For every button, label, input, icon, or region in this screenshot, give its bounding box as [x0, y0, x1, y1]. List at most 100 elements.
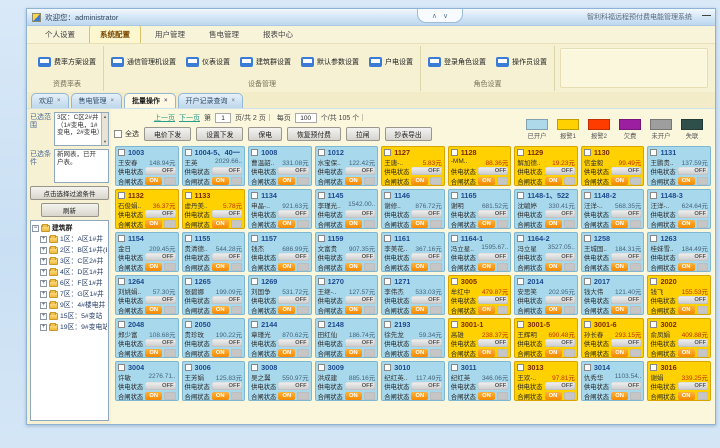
room-card[interactable]: 3010纪红英..117.49元供电状态OFF合闸状态ON: [381, 361, 445, 401]
room-checkbox[interactable]: [650, 149, 657, 156]
room-checkbox[interactable]: [517, 321, 524, 328]
room-checkbox[interactable]: [118, 235, 125, 242]
tree-item[interactable]: +9区：4#楼电井（4#楼...: [32, 300, 107, 311]
room-card[interactable]: 1129解加德..19.23元供电状态OFF合闸状态ON: [514, 146, 578, 186]
room-card[interactable]: 1161李美花..367.16元供电状态OFF合闸状态ON: [381, 232, 445, 272]
room-card[interactable]: 2050贵珍玫190.22元供电状态OFF合闸状态ON: [182, 318, 246, 358]
chevron-icon[interactable]: ∨: [443, 12, 448, 20]
room-checkbox[interactable]: [118, 321, 125, 328]
close-icon[interactable]: ×: [164, 98, 168, 104]
ribbon-tab[interactable]: 售电管理: [199, 26, 249, 43]
ribbon-button[interactable]: 仪表设置: [182, 54, 234, 70]
room-checkbox[interactable]: [384, 235, 391, 242]
room-card[interactable]: 1130信金毅99.49元供电状态OFF合闸状态ON: [581, 146, 645, 186]
room-checkbox[interactable]: [584, 364, 591, 371]
tree-item[interactable]: +19区：9#变电站（2#...: [32, 322, 107, 333]
tree-expander-icon[interactable]: +: [40, 313, 47, 320]
room-checkbox[interactable]: [185, 278, 192, 285]
tree-expander-icon[interactable]: +: [40, 302, 47, 309]
room-checkbox[interactable]: [251, 321, 258, 328]
close-icon[interactable]: ×: [232, 98, 236, 104]
ribbon-button[interactable]: 户电设置: [365, 54, 417, 70]
room-checkbox[interactable]: [251, 149, 258, 156]
ribbon-tab[interactable]: 用户管理: [145, 26, 195, 43]
room-checkbox[interactable]: [118, 364, 125, 371]
close-icon[interactable]: ×: [57, 98, 61, 104]
room-checkbox[interactable]: [584, 321, 591, 328]
room-checkbox[interactable]: [251, 235, 258, 242]
room-checkbox[interactable]: [451, 192, 458, 199]
room-checkbox[interactable]: [185, 321, 192, 328]
room-checkbox[interactable]: [650, 235, 657, 242]
scrollbar[interactable]: ▲▼: [101, 113, 108, 145]
room-checkbox[interactable]: [185, 192, 192, 199]
next-page-link[interactable]: 下一页: [179, 113, 200, 123]
room-card[interactable]: 3008吴之翼550.97元供电状态OFF合闸状态ON: [248, 361, 312, 401]
minimize-button[interactable]: —: [702, 10, 711, 20]
room-card[interactable]: 2020钱飞155.53元供电状态OFF合闸状态ON: [647, 275, 711, 315]
room-checkbox[interactable]: [584, 192, 591, 199]
document-tab[interactable]: 售电管理×: [71, 93, 123, 108]
room-card[interactable]: 3001-1高雄238.37元供电状态OFF合闸状态ON: [448, 318, 512, 358]
room-card[interactable]: 1263桂妹雪..184.49元供电状态OFF合闸状态ON: [647, 232, 711, 272]
room-checkbox[interactable]: [185, 235, 192, 242]
room-card[interactable]: 2014安思笑202.95元供电状态OFF合闸状态ON: [514, 275, 578, 315]
room-card[interactable]: 1155贵清德..544.28元供电状态OFF合闸状态ON: [182, 232, 246, 272]
ribbon-tab[interactable]: 个人设置: [35, 26, 85, 43]
room-card[interactable]: 1008曹温韶..331.08元供电状态OFF合闸状态ON: [248, 146, 312, 186]
room-checkbox[interactable]: [118, 278, 125, 285]
room-checkbox[interactable]: [251, 278, 258, 285]
room-card[interactable]: 3002俞凤娟409.88元供电状态OFF合闸状态ON: [647, 318, 711, 358]
room-checkbox[interactable]: [384, 321, 391, 328]
refresh-button[interactable]: 刷新: [41, 203, 99, 217]
ribbon-tab[interactable]: 报表中心: [253, 26, 303, 43]
select-all-checkbox[interactable]: [114, 130, 122, 138]
room-checkbox[interactable]: [584, 149, 591, 156]
room-card[interactable]: 1154金日209.45元供电状态OFF合闸状态ON: [115, 232, 179, 272]
choose-filter-button[interactable]: 点击选择过滤条件: [30, 186, 109, 200]
room-card[interactable]: 3009洪成建885.16元供电状态OFF合闸状态ON: [315, 361, 379, 401]
action-button[interactable]: 恢复预付费: [287, 127, 341, 141]
room-checkbox[interactable]: [451, 149, 458, 156]
tree-expander-icon[interactable]: −: [32, 225, 39, 232]
room-card[interactable]: 1132石俊娟..36.37元供电状态OFF合闸状态ON: [115, 189, 179, 229]
room-checkbox[interactable]: [584, 235, 591, 242]
selected-range-box[interactable]: 3区：C区2#井（1#变电，1#变电，2#变电） ▲▼: [54, 112, 109, 146]
room-card[interactable]: 1148-2汪洋-..568.35元供电状态OFF合闸状态ON: [581, 189, 645, 229]
room-card[interactable]: 1004-5、40一王英2029.66..供电状态OFF合闸状态ON: [182, 146, 246, 186]
room-card[interactable]: 3005牟红中479.87元供电状态OFF合闸状态ON: [448, 275, 512, 315]
room-card[interactable]: 1265张碧娜199.09元供电状态OFF合闸状态ON: [182, 275, 246, 315]
ribbon-tab[interactable]: 系统配置: [89, 25, 141, 43]
room-card[interactable]: 1133虚丹美..5.78元供电状态OFF合闸状态ON: [182, 189, 246, 229]
room-card[interactable]: 2193徐先龙59.34元供电状态OFF合闸状态ON: [381, 318, 445, 358]
room-checkbox[interactable]: [384, 364, 391, 371]
ribbon-button[interactable]: 登录角色设置: [424, 54, 490, 70]
action-button[interactable]: 拉闸: [346, 127, 380, 141]
room-card[interactable]: 1146谢修..876.72元供电状态OFF合闸状态ON: [381, 189, 445, 229]
room-card[interactable]: 1164-1冯立星..1595.67..供电状态OFF合闸状态ON: [448, 232, 512, 272]
tree-expander-icon[interactable]: +: [40, 280, 47, 287]
select-all[interactable]: 全选: [114, 129, 139, 139]
room-card[interactable]: 1148-3汪洋-..624.64元供电状态OFF合闸状态ON: [647, 189, 711, 229]
room-checkbox[interactable]: [650, 364, 657, 371]
room-checkbox[interactable]: [451, 278, 458, 285]
room-card[interactable]: 1159文富贵907.35元供电状态OFF合闸状态ON: [315, 232, 379, 272]
room-card[interactable]: 3014仇秀华1103.54..供电状态OFF合闸状态ON: [581, 361, 645, 401]
room-card[interactable]: 1128-MM..88.36元供电状态OFF合闸状态ON: [448, 146, 512, 186]
room-checkbox[interactable]: [318, 149, 325, 156]
tree-expander-icon[interactable]: +: [40, 324, 47, 331]
close-icon[interactable]: ×: [111, 98, 115, 104]
room-checkbox[interactable]: [118, 192, 125, 199]
page-number-input[interactable]: [215, 113, 231, 123]
ribbon-button[interactable]: 操作员设置: [492, 54, 551, 70]
room-checkbox[interactable]: [118, 149, 125, 156]
room-card[interactable]: 3001-5王辉明690.48元供电状态OFF合闸状态ON: [514, 318, 578, 358]
action-button[interactable]: 抄表导出: [385, 127, 432, 141]
room-card[interactable]: 2048郑少富108.68元供电状态OFF合闸状态ON: [115, 318, 179, 358]
room-checkbox[interactable]: [451, 364, 458, 371]
room-card[interactable]: 3011纪红英346.06元供电状态OFF合闸状态ON: [448, 361, 512, 401]
room-card[interactable]: 1131王鹏贵..137.59元供电状态OFF合闸状态ON: [647, 146, 711, 186]
document-tab[interactable]: 欢迎×: [31, 93, 69, 108]
ribbon-button[interactable]: 费率方案设置: [34, 54, 100, 70]
ribbon-button[interactable]: 通信管理机设置: [107, 54, 180, 70]
